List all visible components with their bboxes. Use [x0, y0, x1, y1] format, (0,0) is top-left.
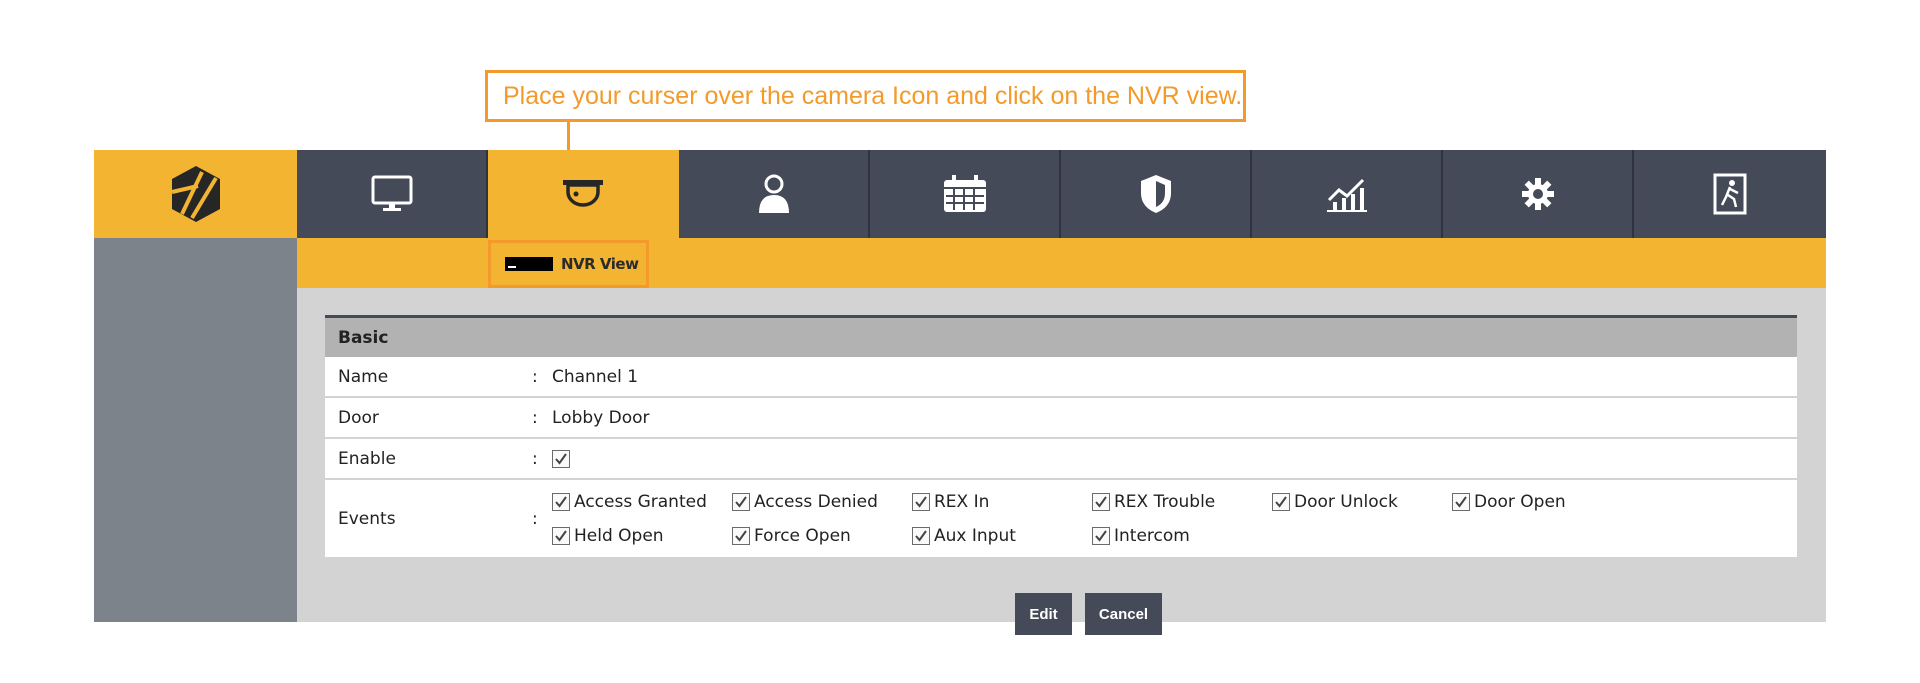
- name-row: Name : Channel 1: [325, 357, 1797, 398]
- user-icon: [758, 174, 789, 213]
- submenu-bar: NVR View: [297, 238, 1826, 288]
- logo-icon: [171, 166, 220, 222]
- event-checkbox[interactable]: [732, 526, 750, 545]
- basic-panel: Basic Name : Channel 1 Door : Lobby Door…: [325, 315, 1797, 635]
- instruction-text: Place your curser over the camera Icon a…: [503, 81, 1243, 110]
- enable-row: Enable :: [325, 439, 1797, 480]
- checkmark-icon: [915, 529, 927, 542]
- enable-value: [552, 449, 1797, 468]
- nvr-view-menu-item[interactable]: NVR View: [488, 240, 649, 288]
- shield-icon: [1140, 175, 1171, 213]
- nav-exit[interactable]: [1634, 150, 1825, 238]
- event-label: Held Open: [574, 525, 664, 546]
- checkmark-icon: [555, 495, 567, 508]
- events-value: Access Granted Access Denied REX In REX Tro…: [552, 492, 1797, 546]
- checkmark-icon: [1455, 495, 1467, 508]
- door-colon: :: [532, 407, 538, 428]
- nav-camera[interactable]: [488, 150, 679, 238]
- nav-settings[interactable]: [1443, 150, 1634, 238]
- event-label: Intercom: [1114, 525, 1190, 546]
- enable-checkbox[interactable]: [552, 449, 570, 468]
- event-checkbox[interactable]: [1092, 526, 1110, 545]
- event-option[interactable]: Aux Input: [912, 526, 1092, 546]
- panel-title: Basic: [325, 315, 1797, 357]
- checkmark-icon: [915, 495, 927, 508]
- enable-label: Enable: [338, 448, 396, 469]
- door-value: Lobby Door: [552, 407, 650, 428]
- logo[interactable]: [94, 150, 297, 238]
- camera-icon: [562, 180, 603, 207]
- checkmark-icon: [1275, 495, 1287, 508]
- monitor-icon: [371, 175, 412, 211]
- door-row: Door : Lobby Door: [325, 398, 1797, 439]
- content-area: Basic Name : Channel 1 Door : Lobby Door…: [297, 288, 1826, 635]
- event-option[interactable]: Door Open: [1452, 492, 1632, 512]
- event-label: Door Open: [1474, 491, 1566, 512]
- event-option[interactable]: Access Denied: [732, 492, 912, 512]
- nav-security[interactable]: [1061, 150, 1252, 238]
- exit-door-icon: [1713, 173, 1746, 215]
- event-label: Force Open: [754, 525, 851, 546]
- event-checkbox[interactable]: [552, 492, 570, 511]
- nav-monitor[interactable]: [297, 150, 488, 238]
- top-navigation: [297, 150, 1826, 238]
- event-label: Aux Input: [934, 525, 1016, 546]
- event-label: REX Trouble: [1114, 491, 1216, 512]
- edit-button[interactable]: Edit: [1015, 593, 1072, 635]
- app-window: NVR View Basic Name : Channel 1 Door : L…: [94, 150, 1826, 635]
- checkmark-icon: [1095, 529, 1107, 542]
- event-checkbox[interactable]: [912, 526, 930, 545]
- nav-user[interactable]: [679, 150, 870, 238]
- instruction-callout: Place your curser over the camera Icon a…: [485, 70, 1246, 122]
- nvr-view-label: NVR View: [561, 255, 639, 273]
- event-checkbox[interactable]: [1272, 492, 1290, 511]
- event-option[interactable]: Access Granted: [552, 492, 732, 512]
- calendar-icon: [943, 175, 986, 212]
- door-label: Door: [338, 407, 379, 428]
- event-checkbox[interactable]: [552, 526, 570, 545]
- name-colon: :: [532, 366, 538, 387]
- enable-colon: :: [532, 448, 538, 469]
- event-option[interactable]: REX In: [912, 492, 1092, 512]
- event-checkbox[interactable]: [912, 492, 930, 511]
- checkmark-icon: [735, 495, 747, 508]
- form-actions: Edit Cancel: [1015, 593, 1162, 635]
- nav-calendar[interactable]: [870, 150, 1061, 238]
- event-label: Access Granted: [574, 491, 707, 512]
- left-sidebar: [94, 238, 297, 622]
- nav-reports[interactable]: [1252, 150, 1443, 238]
- event-option[interactable]: Intercom: [1092, 526, 1272, 546]
- checkmark-icon: [555, 452, 567, 465]
- event-label: Access Denied: [754, 491, 878, 512]
- name-value: Channel 1: [552, 366, 639, 387]
- name-label: Name: [338, 366, 389, 387]
- events-grid: Access Granted Access Denied REX In REX Tro…: [552, 492, 1632, 546]
- chart-icon: [1326, 178, 1367, 212]
- event-checkbox[interactable]: [1092, 492, 1110, 511]
- checkmark-icon: [555, 529, 567, 542]
- event-option[interactable]: Force Open: [732, 526, 912, 546]
- event-checkbox[interactable]: [1452, 492, 1470, 511]
- event-label: Door Unlock: [1294, 491, 1398, 512]
- checkmark-icon: [1095, 495, 1107, 508]
- gear-icon: [1521, 178, 1554, 210]
- event-label: REX In: [934, 491, 990, 512]
- event-checkbox[interactable]: [732, 492, 750, 511]
- event-option[interactable]: Held Open: [552, 526, 732, 546]
- event-option[interactable]: Door Unlock: [1272, 492, 1452, 512]
- cancel-button[interactable]: Cancel: [1085, 593, 1162, 635]
- events-label: Events: [338, 508, 396, 529]
- events-row: Events : Access Granted Access Denied REX …: [325, 480, 1797, 559]
- events-colon: :: [532, 508, 538, 529]
- event-option[interactable]: REX Trouble: [1092, 492, 1272, 512]
- nvr-device-icon: [505, 257, 553, 271]
- checkmark-icon: [735, 529, 747, 542]
